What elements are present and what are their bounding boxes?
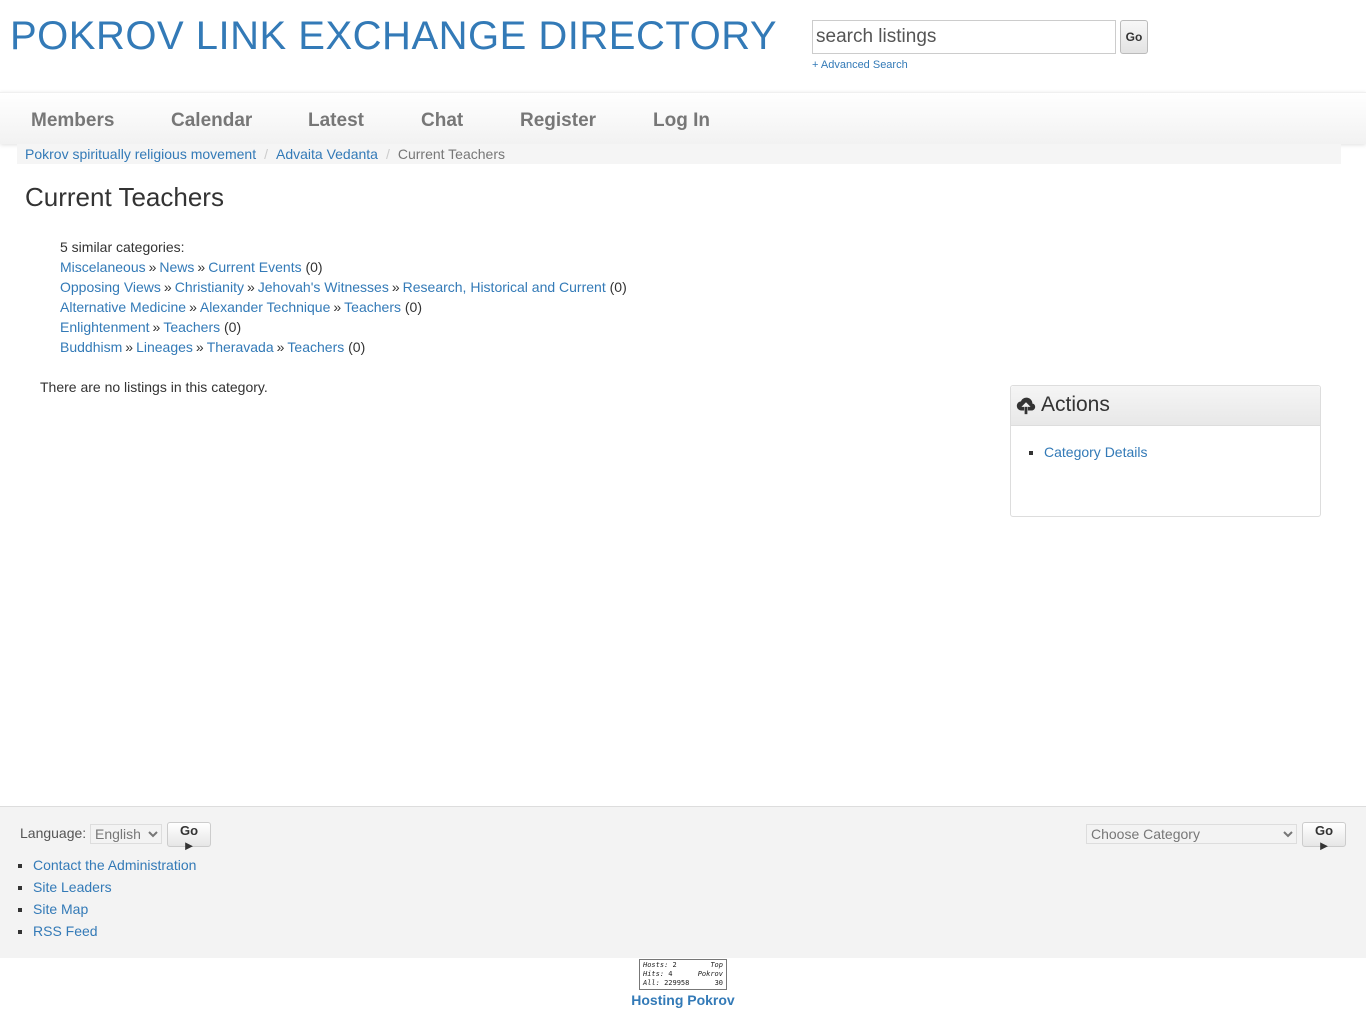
- category-link[interactable]: Opposing Views: [60, 279, 161, 295]
- nav-item-register[interactable]: Register: [520, 110, 596, 132]
- cloud-upload-icon: [1016, 397, 1036, 415]
- breadcrumb-item[interactable]: Pokrov spiritually religious movement: [25, 146, 256, 162]
- site-leaders-link[interactable]: Site Leaders: [33, 879, 112, 895]
- breadcrumb: Pokrov spiritually religious movement / Ad…: [17, 144, 1341, 164]
- advanced-search-link[interactable]: + Advanced Search: [812, 59, 908, 71]
- category-link[interactable]: Alexander Technique: [200, 299, 331, 315]
- list-item: Site Leaders: [33, 876, 196, 898]
- list-item: Contact the Administration: [33, 854, 196, 876]
- category-link[interactable]: Teachers: [344, 299, 401, 315]
- site-title-link[interactable]: POKROV LINK EXCHANGE DIRECTORY: [10, 14, 777, 59]
- counter-value: 30: [714, 979, 723, 987]
- similar-row: Alternative Medicine» Alexander Technique…: [60, 297, 627, 317]
- category-link[interactable]: Lineages: [136, 339, 193, 355]
- category-link[interactable]: Buddhism: [60, 339, 122, 355]
- hosting-link[interactable]: Hosting Pokrov: [0, 992, 1366, 1008]
- no-listings-message: There are no listings in this category.: [40, 379, 268, 395]
- site-footer: Language: English Go ► Choose Category G…: [0, 806, 1366, 958]
- breadcrumb-separator: /: [385, 146, 390, 162]
- similar-row: Enlightenment» Teachers (0): [60, 317, 627, 337]
- category-link[interactable]: News: [159, 259, 194, 275]
- site-map-link[interactable]: Site Map: [33, 901, 88, 917]
- breadcrumb-item[interactable]: Advaita Vedanta: [276, 146, 378, 162]
- list-item: Site Map: [33, 898, 196, 920]
- category-link[interactable]: Jehovah's Witnesses: [258, 279, 389, 295]
- language-select[interactable]: English: [90, 824, 162, 844]
- similar-row: Buddhism» Lineages» Theravada» Teachers (0): [60, 337, 627, 357]
- counter-label: Hosts:: [643, 961, 669, 969]
- nav-item-latest[interactable]: Latest: [308, 110, 364, 132]
- hit-counter-badge[interactable]: Hosts: 2 Top Hits: 4 Pokrov All: 229958 …: [639, 959, 727, 990]
- category-link[interactable]: Research, Historical and Current: [403, 279, 606, 295]
- category-link[interactable]: Teachers: [287, 339, 344, 355]
- category-link[interactable]: Current Events: [208, 259, 301, 275]
- counter-row: Hits: 4 Pokrov: [643, 970, 723, 979]
- similar-categories: 5 similar categories: Miscelaneous» News»…: [60, 237, 627, 357]
- counter-value: 229958: [664, 979, 690, 987]
- category-link[interactable]: Christianity: [175, 279, 244, 295]
- category-link[interactable]: Theravada: [207, 339, 274, 355]
- counter-row: Hosts: 2 Top: [643, 961, 723, 970]
- breadcrumb-separator: /: [264, 146, 268, 162]
- page-title: Current Teachers: [25, 182, 224, 212]
- list-item: Category Details: [1044, 444, 1148, 460]
- path-separator: »: [276, 339, 285, 355]
- path-separator: »: [148, 259, 157, 275]
- search-go-button[interactable]: Go: [1120, 20, 1148, 54]
- counter-label: Pokrov: [697, 970, 723, 978]
- language-go-button[interactable]: Go ►: [167, 822, 211, 853]
- path-separator: »: [333, 299, 342, 315]
- nav-item-chat[interactable]: Chat: [421, 110, 463, 132]
- nav-item-calendar[interactable]: Calendar: [171, 110, 252, 132]
- search-input[interactable]: [812, 20, 1116, 54]
- path-separator: »: [195, 339, 204, 355]
- path-separator: »: [125, 339, 134, 355]
- site-header: POKROV LINK EXCHANGE DIRECTORY Go + Adva…: [0, 0, 1366, 92]
- category-count: (0): [224, 319, 242, 335]
- footer-links: Contact the Administration Site Leaders …: [33, 854, 196, 942]
- path-separator: »: [246, 279, 255, 295]
- list-item: RSS Feed: [33, 920, 196, 942]
- counter-value: 4: [668, 970, 673, 978]
- category-details-link[interactable]: Category Details: [1044, 444, 1148, 460]
- similar-row: Miscelaneous» News» Current Events (0): [60, 257, 627, 277]
- category-go-button[interactable]: Go ►: [1302, 822, 1346, 853]
- path-separator: »: [152, 319, 161, 335]
- nav-item-members[interactable]: Members: [31, 110, 114, 132]
- contact-admin-link[interactable]: Contact the Administration: [33, 857, 196, 873]
- category-link[interactable]: Enlightenment: [60, 319, 150, 335]
- language-label: Language:: [20, 825, 87, 841]
- rss-feed-link[interactable]: RSS Feed: [33, 923, 98, 939]
- path-separator: »: [163, 279, 172, 295]
- actions-panel-header: Actions: [1011, 386, 1320, 426]
- counter-label: Top: [710, 961, 723, 969]
- counter-label: All:: [643, 979, 660, 987]
- main-navbar: Members Calendar Latest Chat Register Lo…: [0, 92, 1366, 144]
- counter-label: Hits:: [643, 970, 665, 978]
- category-count: (0): [348, 339, 366, 355]
- category-count: (0): [305, 259, 323, 275]
- actions-list: Category Details: [1044, 444, 1148, 460]
- similar-row: Opposing Views» Christianity» Jehovah's Wi…: [60, 277, 627, 297]
- category-link[interactable]: Alternative Medicine: [60, 299, 186, 315]
- category-count: (0): [609, 279, 627, 295]
- breadcrumb-current: Current Teachers: [397, 146, 505, 162]
- counter-row: All: 229958 30: [643, 979, 723, 988]
- category-link[interactable]: Miscelaneous: [60, 259, 146, 275]
- counter-value: 2: [672, 961, 677, 969]
- category-select[interactable]: Choose Category: [1086, 824, 1297, 844]
- actions-title: Actions: [1041, 393, 1110, 416]
- path-separator: »: [197, 259, 206, 275]
- nav-item-login[interactable]: Log In: [653, 110, 710, 132]
- category-count: (0): [404, 299, 422, 315]
- path-separator: »: [391, 279, 400, 295]
- similar-heading: 5 similar categories:: [60, 239, 185, 255]
- category-link[interactable]: Teachers: [163, 319, 220, 335]
- actions-panel: Actions Category Details: [1010, 385, 1321, 517]
- path-separator: »: [189, 299, 197, 315]
